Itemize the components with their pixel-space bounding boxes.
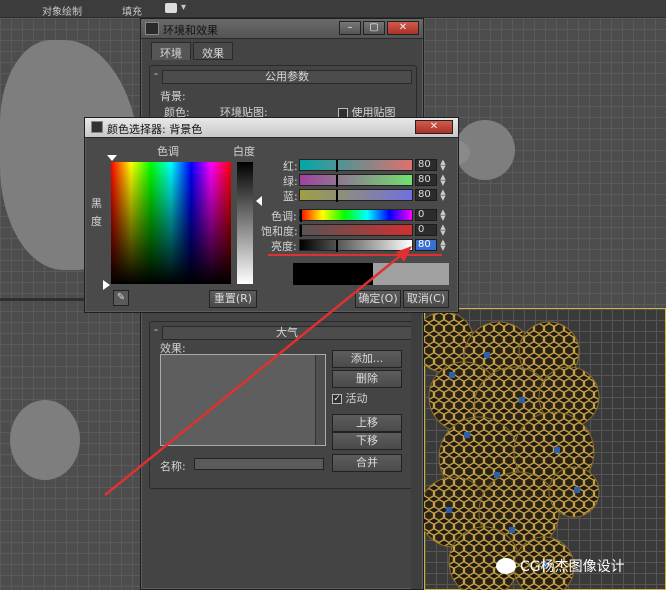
watermark: CG杨杰图像设计 <box>496 555 625 577</box>
wechat-icon <box>496 558 516 574</box>
watermark-text: CG杨杰图像设计 <box>520 559 625 575</box>
annotation-overlay <box>104 246 442 496</box>
annotation-arrow-line <box>104 251 406 496</box>
